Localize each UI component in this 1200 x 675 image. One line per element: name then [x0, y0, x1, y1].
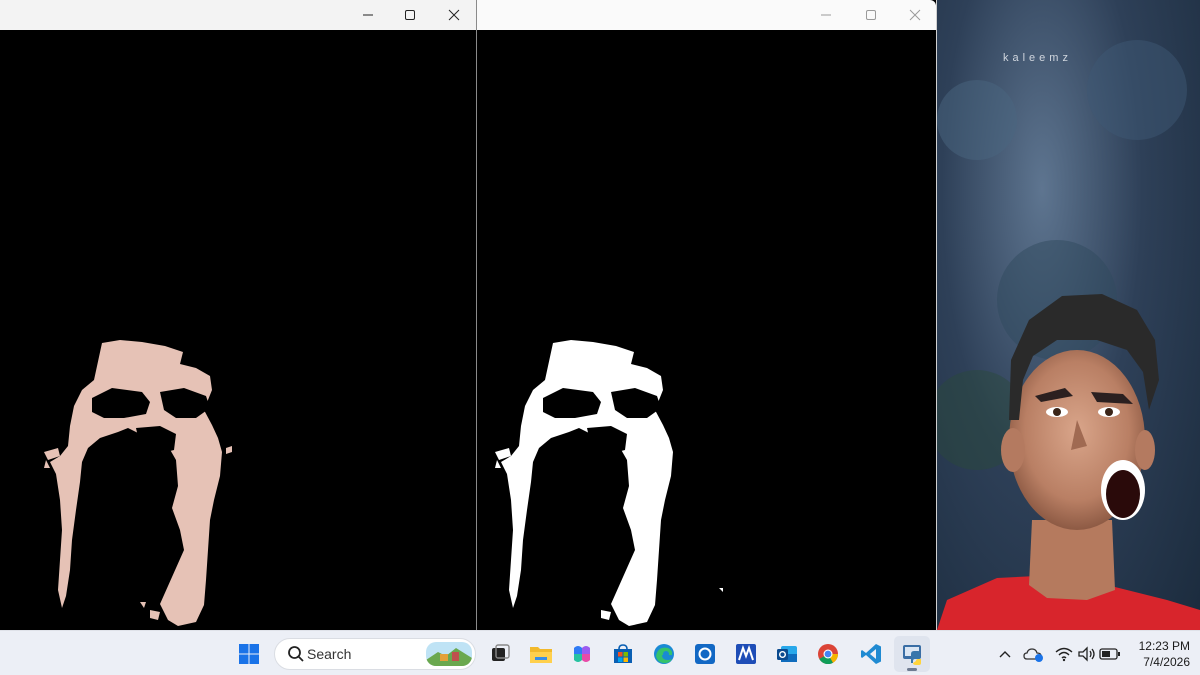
cortana-icon	[695, 644, 715, 664]
windows-logo-icon	[239, 644, 259, 664]
close-icon	[448, 9, 460, 21]
foreground-mask-window[interactable]	[0, 0, 477, 630]
task-view-icon	[492, 644, 510, 661]
minimize-icon	[821, 14, 831, 16]
wallpaper-watermark: kaleemz	[1003, 52, 1072, 64]
python-button[interactable]	[894, 636, 930, 672]
window-titlebar[interactable]	[0, 0, 476, 30]
app-m-button[interactable]	[728, 636, 764, 672]
taskbar: 12:23 PM 7/4/2026	[0, 630, 1200, 675]
close-icon	[909, 9, 921, 21]
close-button[interactable]	[431, 0, 476, 30]
vscode-icon	[861, 644, 881, 664]
chrome-icon	[818, 644, 839, 665]
store-icon	[614, 644, 632, 663]
folder-icon	[530, 647, 552, 663]
copilot-button[interactable]	[564, 636, 600, 672]
task-view-button[interactable]	[482, 636, 518, 672]
minimize-button[interactable]	[345, 0, 391, 30]
minimize-icon	[363, 14, 373, 16]
image-canvas	[0, 30, 476, 630]
python-icon	[903, 645, 921, 665]
wifi-icon	[1055, 647, 1073, 662]
minimize-button[interactable]	[803, 0, 849, 30]
onedrive-button[interactable]	[1023, 643, 1045, 665]
image-canvas	[477, 30, 936, 630]
wallpaper-photo	[937, 40, 1200, 630]
clock[interactable]: 12:23 PM 7/4/2026	[1124, 638, 1190, 670]
binary-mask-window[interactable]	[477, 0, 937, 630]
search-input[interactable]	[307, 645, 427, 663]
vscode-button[interactable]	[853, 636, 889, 672]
maximize-button[interactable]	[387, 0, 433, 30]
outlook-icon	[777, 646, 797, 662]
search-highlight-icon	[426, 642, 472, 666]
search-box[interactable]	[274, 638, 476, 670]
maximize-icon	[866, 10, 876, 20]
edge-icon	[654, 644, 674, 664]
edge-button[interactable]	[646, 636, 682, 672]
outlook-button[interactable]	[769, 636, 805, 672]
wifi-button[interactable]	[1053, 643, 1075, 665]
chrome-button[interactable]	[810, 636, 846, 672]
chevron-up-icon	[999, 651, 1011, 658]
battery-button[interactable]	[1099, 643, 1121, 665]
volume-icon	[1078, 646, 1095, 662]
show-hidden-icons-button[interactable]	[994, 643, 1016, 665]
copilot-icon	[574, 646, 590, 662]
microsoft-store-button[interactable]	[605, 636, 641, 672]
clock-time: 12:23 PM	[1138, 639, 1190, 653]
app-m-icon	[736, 644, 756, 664]
maximize-icon	[405, 10, 415, 20]
volume-button[interactable]	[1076, 643, 1098, 665]
battery-icon	[1099, 648, 1120, 660]
file-explorer-button[interactable]	[523, 636, 559, 672]
skin-mask-image	[44, 340, 232, 626]
window-titlebar[interactable]	[477, 0, 936, 30]
maximize-button[interactable]	[848, 0, 894, 30]
start-button[interactable]	[231, 636, 267, 672]
search-icon	[288, 646, 304, 662]
onedrive-icon	[1023, 648, 1043, 662]
close-button[interactable]	[892, 0, 936, 30]
clock-date: 7/4/2026	[1143, 655, 1190, 669]
cortana-button[interactable]	[687, 636, 723, 672]
desktop-wallpaper: kaleemz	[937, 0, 1200, 630]
binary-mask-image	[495, 340, 723, 626]
